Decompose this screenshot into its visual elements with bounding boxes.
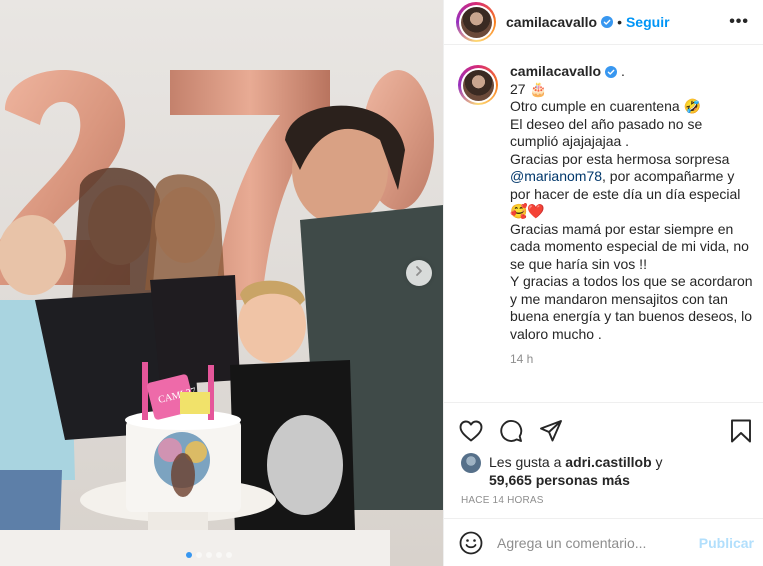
carousel-dot	[186, 552, 192, 558]
more-options-button[interactable]: •••	[729, 13, 749, 31]
carousel-indicator	[186, 552, 232, 558]
post-timestamp[interactable]: HACE 14 HORAS	[444, 489, 763, 506]
carousel-dot	[196, 552, 202, 558]
caption-area: camilacavallo . 27 🎂 Otro cumple en cuar…	[444, 45, 763, 402]
avatar[interactable]	[456, 2, 496, 42]
comment-box: Publicar	[444, 518, 763, 566]
caption-line: , por acompañarme y	[602, 168, 735, 184]
likes-count[interactable]: 59,665 personas más	[489, 472, 630, 488]
post-header: camilacavallo • Seguir •••	[444, 0, 763, 45]
caption-line: por hacer de este día un día especial	[510, 185, 741, 202]
chevron-right-icon	[413, 264, 425, 282]
carousel-dot	[226, 552, 232, 558]
verified-icon	[601, 16, 614, 28]
share-icon[interactable]	[539, 419, 563, 443]
action-bar	[444, 403, 763, 445]
actions-area: Les gusta a adri.castillob y 59,665 pers…	[444, 402, 763, 506]
caption-username[interactable]: camilacavallo	[510, 63, 601, 79]
birthday-photo: CAMI 27	[0, 70, 443, 566]
caption-line: cada momento especial de mi vida, no	[510, 238, 749, 254]
emoji-icon[interactable]	[459, 531, 483, 555]
verified-icon	[605, 66, 618, 79]
carousel-dot	[206, 552, 212, 558]
likes-connector: y	[651, 454, 663, 470]
likes-prefix: Les gusta a	[489, 454, 566, 470]
carousel-next-button[interactable]	[406, 260, 432, 286]
caption-line: cumplió ajajajajaa .	[510, 133, 630, 149]
post-photo[interactable]: CAMI 27	[0, 0, 443, 566]
caption-line: 🥰❤️	[510, 203, 545, 219]
header-separator: •	[617, 14, 622, 30]
caption-time[interactable]: 14 h	[510, 351, 753, 369]
caption-line: Y gracias a todos los que se acordaron	[510, 273, 753, 289]
caption-avatar[interactable]	[458, 65, 498, 105]
girl-middle-dress	[150, 275, 240, 385]
comment-input[interactable]	[497, 534, 699, 551]
caption-line: Otro cumple en cuarentena 🤣	[510, 98, 701, 114]
caption-line: Gracias mamá por estar siempre en	[510, 220, 734, 237]
caption-suffix: .	[617, 63, 625, 79]
follow-button[interactable]: Seguir	[626, 14, 670, 30]
comment-icon[interactable]	[499, 419, 523, 443]
caption-line: se que haría sin vos !!	[510, 255, 647, 272]
likes-summary: Les gusta a adri.castillob y 59,665 pers…	[444, 445, 763, 489]
caption-line: buena energía y tan buenos deseos, lo	[510, 308, 753, 324]
avatar[interactable]	[461, 453, 481, 473]
caption-line: El deseo del año pasado no se	[510, 115, 703, 132]
header-username[interactable]: camilacavallo	[506, 14, 597, 30]
heart-icon[interactable]	[459, 420, 483, 442]
publish-button[interactable]: Publicar	[699, 535, 754, 551]
mention-link[interactable]: @marianom78	[510, 168, 602, 184]
caption-line: y me mandaron mensajitos con tan	[510, 290, 728, 307]
caption-line: valoro mucho .	[510, 325, 602, 342]
carousel-dot	[216, 552, 222, 558]
girl-left-face	[0, 215, 66, 295]
caption-line: Gracias por esta hermosa sorpresa	[510, 150, 730, 167]
caption-line: 27 🎂	[510, 80, 547, 97]
caption-text: camilacavallo . 27 🎂 Otro cumple en cuar…	[510, 63, 753, 369]
liked-by-user[interactable]: adri.castillob	[565, 454, 651, 470]
post-side-panel: camilacavallo • Seguir ••• camilacavallo…	[443, 0, 763, 566]
bookmark-icon[interactable]	[730, 419, 752, 443]
